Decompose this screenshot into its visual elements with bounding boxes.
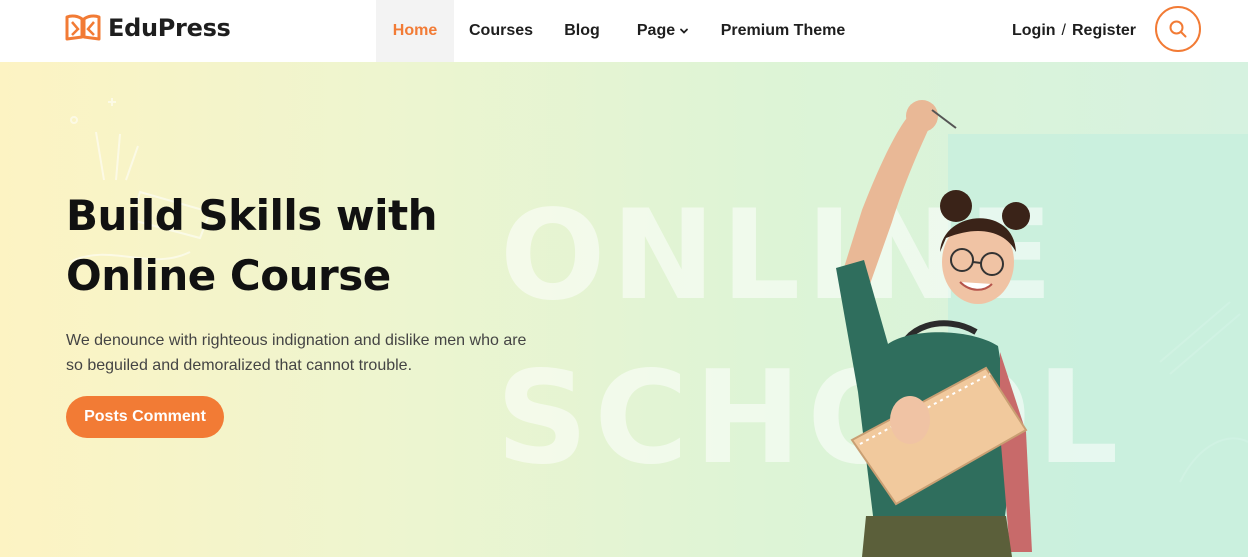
hero-title-line-1: Build Skills with [66, 191, 438, 240]
hero-title-line-2: Online Course [66, 251, 391, 300]
chevron-down-icon [680, 28, 689, 34]
nav-courses[interactable]: Courses [462, 0, 540, 62]
nav-home[interactable]: Home [376, 0, 454, 62]
login-link[interactable]: Login [1012, 22, 1056, 40]
search-button[interactable] [1155, 6, 1201, 52]
search-icon [1169, 20, 1187, 38]
hero-title: Build Skills with Online Course [66, 186, 526, 306]
open-book-logo-icon [65, 14, 101, 41]
hero-description: We denounce with righteous indignation a… [66, 332, 527, 374]
auth-separator: / [1061, 22, 1066, 39]
hero-section: ONLINE SCHOOL Build Skills with Online C… [0, 62, 1248, 557]
brand-name: EduPress [108, 14, 231, 42]
nav-page-label: Page [636, 22, 676, 39]
site-header: EduPress Home Courses Blog Page Premium … [0, 0, 1248, 62]
brand-logo[interactable]: EduPress [64, 10, 231, 46]
nav-premium-theme[interactable]: Premium Theme [712, 0, 854, 62]
nav-page-dropdown[interactable]: Page [628, 0, 698, 62]
posts-comment-button[interactable]: Posts Comment [66, 396, 224, 438]
student-illustration [836, 100, 1032, 557]
auth-links: Login / Register [1012, 0, 1136, 62]
register-link[interactable]: Register [1072, 22, 1136, 40]
nav-blog[interactable]: Blog [554, 0, 610, 62]
